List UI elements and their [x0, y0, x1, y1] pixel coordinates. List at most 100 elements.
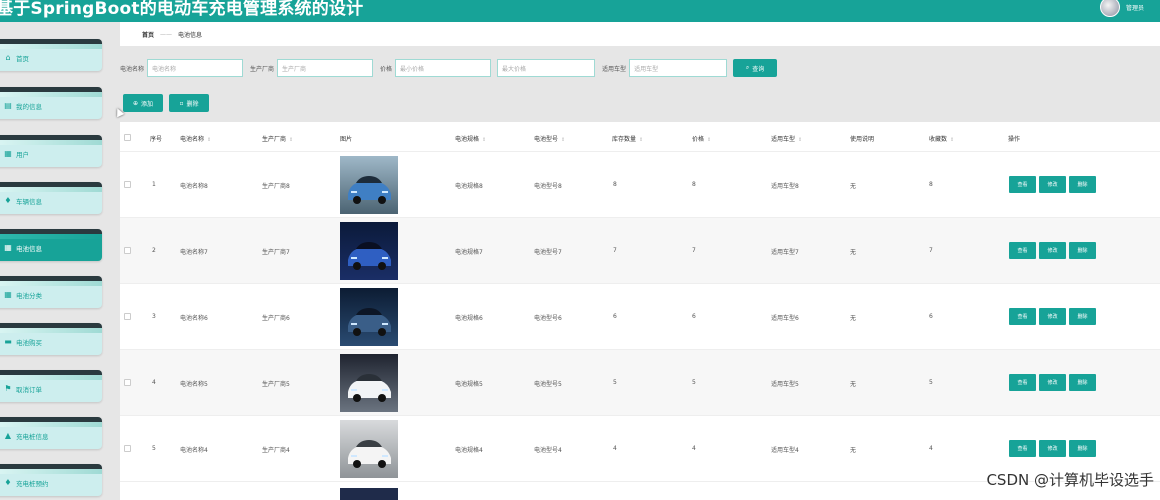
- col-fav[interactable]: 收藏数 ⇕: [929, 134, 954, 143]
- cell-name: 电池名称7: [180, 249, 208, 256]
- table-row: 1 电池名称8 生产厂商8 电池规格8 电池型号8 8 8 适用车型8 无 8 查看 修改 删除: [120, 152, 1160, 218]
- col-stock[interactable]: 库存数量 ⇕: [612, 134, 643, 143]
- select-all-checkbox[interactable]: [124, 134, 131, 141]
- top-header: 基于SpringBoot的电动车充电管理系统的设计 管理员: [0, 0, 1160, 22]
- cell-model: 电池型号7: [534, 249, 562, 256]
- table-row: 3 电池名称6 生产厂商6 电池规格6 电池型号6 6 6 适用车型6 无 6 查看 修改 删除: [120, 284, 1160, 350]
- cell-spec: 电池规格8: [455, 183, 483, 190]
- cell-fav: 5: [929, 379, 933, 386]
- sort-icon: ⇕: [561, 137, 566, 143]
- sort-icon: ⇕: [950, 137, 955, 143]
- cell-fav: 7: [929, 247, 933, 254]
- delete-button[interactable]: 删除: [1069, 176, 1096, 193]
- breadcrumb-separator: ——: [160, 30, 173, 38]
- cell-car: 适用车型6: [771, 315, 799, 322]
- edit-button[interactable]: 修改: [1039, 308, 1066, 325]
- col-name[interactable]: 电池名称 ⇕: [180, 134, 211, 143]
- cell-desc: 无: [850, 183, 857, 190]
- sort-icon: ⇕: [639, 137, 644, 143]
- col-desc: 使用说明: [850, 136, 875, 143]
- sidebar-item-8[interactable]: ▲ 充电桩信息: [0, 417, 102, 449]
- breadcrumb-current: 电池信息: [178, 31, 203, 39]
- delete-button[interactable]: 删除: [1069, 440, 1096, 457]
- sidebar-item-2[interactable]: ▦ 用户: [0, 135, 102, 167]
- cell-model: 电池型号6: [534, 315, 562, 322]
- col-spec[interactable]: 电池规格 ⇕: [455, 134, 486, 143]
- battery-image: [340, 288, 398, 346]
- battery-name-label: 电池名称: [120, 65, 145, 73]
- folder-icon: ▬: [4, 336, 12, 346]
- cell-desc: 无: [850, 447, 857, 454]
- cell-spec: 电池规格4: [455, 447, 483, 454]
- cell-stock: 5: [613, 379, 617, 386]
- sort-icon: ⇕: [289, 137, 294, 143]
- sidebar-item-5[interactable]: ▦ 电池分类: [0, 276, 102, 308]
- delete-button[interactable]: 删除: [1069, 374, 1096, 391]
- delete-button[interactable]: 删除: [1069, 308, 1096, 325]
- cell-name: 电池名称5: [180, 381, 208, 388]
- cell-desc: 无: [850, 315, 857, 322]
- edit-button[interactable]: 修改: [1039, 374, 1066, 391]
- edit-button[interactable]: 修改: [1039, 176, 1066, 193]
- next-row-thumbnail: [340, 488, 398, 500]
- row-checkbox[interactable]: [124, 445, 131, 452]
- grid-icon: ▦: [4, 242, 12, 252]
- col-maker[interactable]: 生产厂商 ⇕: [262, 134, 293, 143]
- cell-price: 5: [692, 379, 696, 386]
- sidebar-item-0[interactable]: ⌂ 首页: [0, 39, 102, 71]
- cell-index: 1: [152, 181, 156, 188]
- max-price-input[interactable]: 最大价格: [497, 59, 596, 77]
- grid-icon: ▦: [4, 289, 12, 299]
- row-checkbox[interactable]: [124, 247, 131, 254]
- sidebar-item-label: 充电桩预约: [16, 479, 49, 488]
- view-button[interactable]: 查看: [1009, 242, 1036, 259]
- watermark: CSDN @计算机毕设选手: [986, 471, 1154, 489]
- sidebar-item-6[interactable]: ▬ 电池购买: [0, 323, 102, 355]
- cell-spec: 电池规格6: [455, 315, 483, 322]
- car-model-input[interactable]: 适用车型: [629, 59, 728, 77]
- sidebar-item-7[interactable]: ⚑ 取消订单: [0, 370, 102, 402]
- user-name[interactable]: 管理员: [1126, 3, 1144, 12]
- maker-label: 生产厂商: [250, 65, 275, 73]
- cell-car: 适用车型8: [771, 183, 799, 190]
- edit-button[interactable]: 修改: [1039, 242, 1066, 259]
- user-menu[interactable]: 管理员: [1099, 0, 1144, 17]
- view-button[interactable]: 查看: [1009, 308, 1036, 325]
- cell-maker: 生产厂商5: [262, 381, 290, 388]
- view-button[interactable]: 查看: [1009, 374, 1036, 391]
- cell-desc: 无: [850, 249, 857, 256]
- breadcrumb-home[interactable]: 首页: [142, 30, 154, 39]
- search-button[interactable]: ⌕ 查询: [733, 59, 778, 77]
- sidebar-item-label: 电池购买: [16, 338, 42, 347]
- col-price[interactable]: 价格 ⇕: [692, 134, 711, 143]
- row-checkbox[interactable]: [124, 313, 131, 320]
- sidebar-item-1[interactable]: ▤ 我的信息: [0, 87, 102, 119]
- home-icon: ⌂: [5, 52, 11, 62]
- col-actions: 操作: [1008, 136, 1021, 143]
- col-model[interactable]: 电池型号 ⇕: [534, 134, 565, 143]
- edit-button[interactable]: 修改: [1039, 440, 1066, 457]
- cell-fav: 8: [929, 181, 933, 188]
- batch-delete-button[interactable]: ▫ 删除: [169, 94, 209, 112]
- view-button[interactable]: 查看: [1009, 440, 1036, 457]
- battery-image: [340, 420, 398, 478]
- avatar[interactable]: [1099, 0, 1120, 17]
- maker-input[interactable]: 生产厂商: [277, 59, 374, 77]
- table-row: 4 电池名称5 生产厂商5 电池规格5 电池型号5 5 5 适用车型5 无 5 查看 修改 删除: [120, 350, 1160, 416]
- table-row: 2 电池名称7 生产厂商7 电池规格7 电池型号7 7 7 适用车型7 无 7 查看 修改 删除: [120, 218, 1160, 284]
- sidebar-item-3[interactable]: ♦ 车辆信息: [0, 182, 102, 214]
- breadcrumb: 首页 —— 电池信息: [120, 22, 1160, 46]
- row-checkbox[interactable]: [124, 379, 131, 386]
- col-car[interactable]: 适用车型 ⇕: [771, 134, 802, 143]
- grid-icon: ▦: [4, 148, 12, 158]
- sidebar-item-4[interactable]: ▦ 电池信息: [0, 229, 102, 261]
- battery-image: [340, 222, 398, 280]
- batch-delete-label: 删除: [186, 100, 199, 108]
- view-button[interactable]: 查看: [1009, 176, 1036, 193]
- row-checkbox[interactable]: [124, 181, 131, 188]
- min-price-input[interactable]: 最小价格: [395, 59, 492, 77]
- sidebar-item-9[interactable]: ♦ 充电桩预约: [0, 464, 102, 496]
- delete-button[interactable]: 删除: [1069, 242, 1096, 259]
- add-button[interactable]: ⊕ 添加: [123, 94, 163, 112]
- battery-name-input[interactable]: 电池名称: [147, 59, 244, 77]
